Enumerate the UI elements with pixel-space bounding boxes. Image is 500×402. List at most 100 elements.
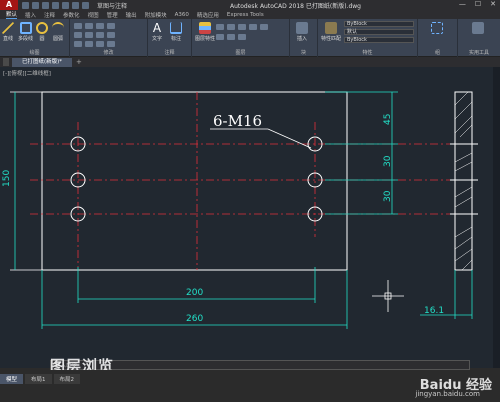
dim-text-45[interactable]: 45 xyxy=(383,114,393,125)
minimize-button[interactable]: — xyxy=(459,0,466,8)
crosshair-cursor xyxy=(372,280,404,312)
stretch-icon[interactable] xyxy=(74,41,82,47)
layer-off-icon[interactable] xyxy=(216,34,224,40)
modify-panel-title[interactable]: 修改 xyxy=(70,49,147,56)
tab-a360[interactable]: A360 xyxy=(175,12,189,18)
title-bar: A 草图与注释 Autodesk AutoCAD 2018 已打图纸(新版).d… xyxy=(0,0,500,10)
layer-unisolate-icon[interactable] xyxy=(238,34,246,40)
tab-addins[interactable]: 附加模块 xyxy=(145,11,167,19)
drawing-area[interactable]: 6-M16 150 45 30 30 200 260 16.1 [-][俯视][… xyxy=(0,67,500,368)
drawing-canvas[interactable]: 6-M16 150 45 30 30 200 260 16.1 xyxy=(0,67,493,368)
polyline-button[interactable]: 多段线 xyxy=(18,22,33,42)
start-tab[interactable] xyxy=(3,58,9,66)
dim-text-200[interactable]: 200 xyxy=(186,288,203,298)
block-panel: 插入 块 xyxy=(290,19,318,57)
copy-icon[interactable] xyxy=(74,32,82,38)
file-tab[interactable]: 已打图纸(新版)* xyxy=(12,57,73,67)
open-icon[interactable] xyxy=(32,1,39,9)
plate-outline xyxy=(41,91,348,271)
draw-panel-title[interactable]: 绘图 xyxy=(0,49,69,56)
close-button[interactable]: ✕ xyxy=(490,0,496,8)
dim-text-30-upper[interactable]: 30 xyxy=(383,155,393,167)
block-panel-title[interactable]: 块 xyxy=(290,49,317,56)
layers-panel-title[interactable]: 图层 xyxy=(192,49,289,56)
group-button[interactable] xyxy=(431,22,443,35)
tab-parametric[interactable]: 参数化 xyxy=(63,11,80,19)
tab-express-tools[interactable]: Express Tools xyxy=(227,12,264,18)
tab-featured-apps[interactable]: 精选应用 xyxy=(197,11,219,19)
linetype-dropdown[interactable]: ByBlock xyxy=(344,37,414,43)
quick-access-toolbar xyxy=(22,1,89,9)
offset-icon[interactable] xyxy=(107,41,115,47)
dimension-button[interactable]: 标注 xyxy=(170,22,182,42)
redo-icon[interactable] xyxy=(82,1,89,9)
document-tabs: 已打图纸(新版)* + xyxy=(0,57,500,67)
insert-block-button[interactable]: 插入 xyxy=(296,22,308,42)
measure-icon xyxy=(472,22,484,34)
arc-button[interactable]: 圆弧 xyxy=(52,22,64,42)
maximize-button[interactable]: ☐ xyxy=(475,0,481,8)
tab-insert[interactable]: 插入 xyxy=(25,11,36,19)
fillet-icon[interactable] xyxy=(96,32,104,38)
layer-freeze-icon[interactable] xyxy=(227,24,235,30)
utilities-panel-title[interactable]: 实用工具 xyxy=(458,49,500,56)
annotation-panel: A 文字 标注 注释 xyxy=(148,19,192,57)
tab-manage[interactable]: 管理 xyxy=(107,11,118,19)
tab-layout2[interactable]: 布局2 xyxy=(53,374,81,384)
explode-icon[interactable] xyxy=(107,32,115,38)
tab-annotate[interactable]: 注释 xyxy=(44,11,55,19)
line-button[interactable]: 直线 xyxy=(2,22,14,42)
polyline-icon xyxy=(19,22,32,34)
layer-properties-button[interactable]: 图层特性 xyxy=(195,22,215,42)
dimension-icon xyxy=(170,22,182,34)
match-properties-button[interactable]: 特性匹配 xyxy=(321,22,341,42)
bolt-holes xyxy=(70,136,323,222)
ribbon-tabs: 默认 插入 注释 参数化 视图 管理 输出 附加模块 A360 精选应用 Exp… xyxy=(0,10,500,19)
properties-panel-title[interactable]: 特性 xyxy=(318,49,417,56)
rotate-icon[interactable] xyxy=(85,23,93,29)
scale-icon[interactable] xyxy=(85,41,93,47)
section-view xyxy=(450,91,478,271)
text-button[interactable]: A 文字 xyxy=(151,22,163,42)
tab-home[interactable]: 默认 xyxy=(6,10,18,19)
group-icon xyxy=(431,22,443,34)
array-icon[interactable] xyxy=(96,41,104,47)
layer-on-icon[interactable] xyxy=(216,24,224,30)
tab-model[interactable]: 模型 xyxy=(0,374,24,384)
dim-text-150[interactable]: 150 xyxy=(2,170,12,187)
layer-match-icon[interactable] xyxy=(260,24,268,30)
leader-text[interactable]: 6-M16 xyxy=(213,112,262,130)
move-icon[interactable] xyxy=(74,23,82,29)
tab-layout1[interactable]: 布局1 xyxy=(25,374,52,384)
measure-button[interactable] xyxy=(472,22,484,35)
tab-view[interactable]: 视图 xyxy=(88,11,99,19)
insert-block-icon xyxy=(296,22,308,34)
plot-icon[interactable] xyxy=(62,1,69,9)
dim-text-16-1[interactable]: 16.1 xyxy=(424,306,444,316)
erase-icon[interactable] xyxy=(107,23,115,29)
new-tab-button[interactable]: + xyxy=(76,58,82,66)
lineweight-dropdown[interactable]: 默认 xyxy=(344,29,414,35)
workspace-switcher[interactable]: 草图与注释 xyxy=(97,1,127,10)
trim-icon[interactable] xyxy=(96,23,104,29)
undo-icon[interactable] xyxy=(72,1,79,9)
line-icon xyxy=(2,22,14,34)
save-as-icon[interactable] xyxy=(52,1,59,9)
viewport-controls[interactable]: [-][俯视][二维线框] xyxy=(3,69,51,77)
dim-text-260[interactable]: 260 xyxy=(186,314,203,324)
layer-lock-icon[interactable] xyxy=(238,24,246,30)
vertical-scrollbar[interactable] xyxy=(493,67,500,368)
layer-isolate-icon[interactable] xyxy=(227,34,235,40)
annotation-panel-title[interactable]: 注释 xyxy=(148,49,191,56)
autocad-logo-icon[interactable]: A xyxy=(0,0,18,10)
layer-color-icon[interactable] xyxy=(249,24,257,30)
dim-text-30-lower[interactable]: 30 xyxy=(383,190,393,202)
tab-output[interactable]: 输出 xyxy=(126,11,137,19)
draw-panel: 直线 多段线 圆 圆弧 绘图 xyxy=(0,19,70,57)
color-dropdown[interactable]: ByBlock xyxy=(344,21,414,27)
save-icon[interactable] xyxy=(42,1,49,9)
groups-panel-title[interactable]: 组 xyxy=(418,49,457,56)
new-icon[interactable] xyxy=(22,1,29,9)
mirror-icon[interactable] xyxy=(85,32,93,38)
circle-button[interactable]: 圆 xyxy=(36,22,48,42)
